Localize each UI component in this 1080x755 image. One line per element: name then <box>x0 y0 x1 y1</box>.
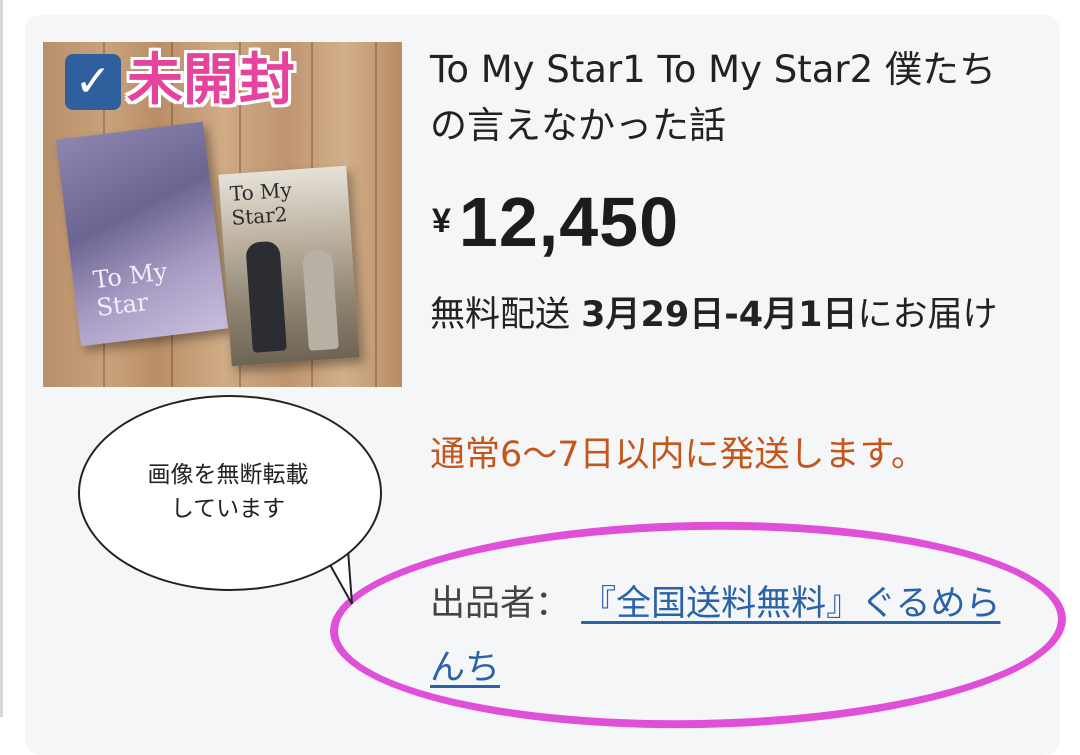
price: ¥12,450 <box>432 182 679 262</box>
speech-bubble-text: 画像を無断転載 しています <box>147 462 309 522</box>
checkbox-icon: ✓ <box>65 54 121 110</box>
shipping-note: 通常6～7日以内に発送します。 <box>430 435 927 475</box>
dvd-box-1: To My Star <box>55 121 229 347</box>
dvd-box-1-title: To My Star <box>91 257 169 322</box>
wood-plank-line <box>375 42 377 387</box>
currency-symbol: ¥ <box>432 202 451 240</box>
product-title[interactable]: To My Star1 To My Star2 僕たちの言えなかった話 <box>430 42 1030 154</box>
dvd-box-2: To My Star2 <box>218 165 360 367</box>
delivery-suffix: にお届け <box>857 295 998 335</box>
price-amount: 12,450 <box>458 183 680 261</box>
left-edge-divider <box>0 0 3 717</box>
product-image[interactable]: To My Star To My Star2 ✓ 未開封 <box>43 42 402 387</box>
delivery-info: 無料配送 3月29日-4月1日にお届け <box>430 284 1030 346</box>
seller-info: 出品者： 『全国送料無料』ぐるめらんち <box>430 572 1030 700</box>
unopened-label: 未開封 <box>127 48 295 113</box>
seller-label: 出品者： <box>430 584 571 624</box>
figure-silhouette <box>245 240 287 353</box>
figure-silhouette <box>301 248 339 351</box>
delivery-dates: 3月29日-4月1日 <box>581 295 858 335</box>
dvd-box-2-title: To My Star2 <box>228 177 293 230</box>
delivery-prefix: 無料配送 <box>430 295 582 335</box>
